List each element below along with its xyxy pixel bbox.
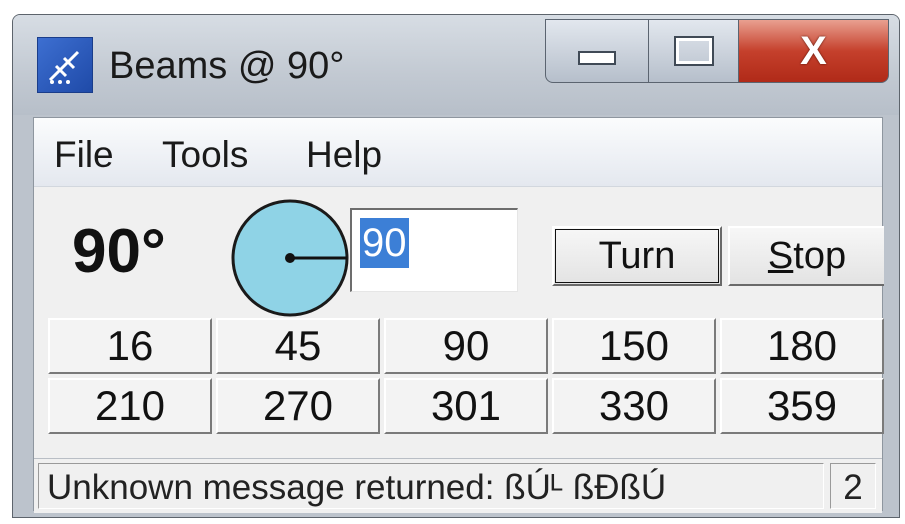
preset-button-16[interactable]: 16 — [48, 318, 212, 374]
maximize-icon — [675, 38, 712, 64]
turn-button[interactable]: Turn — [552, 226, 722, 286]
preset-button-359[interactable]: 359 — [720, 378, 884, 434]
stop-button[interactable]: Stop — [728, 226, 884, 286]
preset-button-45[interactable]: 45 — [216, 318, 380, 374]
stop-button-label: top — [793, 234, 847, 277]
status-bar: Unknown message returned: ßÚᴸ ßÐßÚ 2 — [34, 458, 882, 513]
preset-button-150[interactable]: 150 — [552, 318, 716, 374]
caption-buttons: X — [545, 19, 889, 83]
menu-file[interactable]: File — [54, 134, 114, 176]
close-icon: X — [800, 28, 827, 73]
menu-bar: File Tools Help — [34, 118, 882, 187]
heading-input[interactable]: 90 — [350, 208, 518, 292]
preset-button-301[interactable]: 301 — [384, 378, 548, 434]
menu-help[interactable]: Help — [306, 134, 382, 176]
minimize-icon — [578, 51, 616, 65]
title-bar[interactable]: Beams @ 90° X — [13, 15, 899, 115]
client-area: File Tools Help 90° 90 Turn Stop 16 45 9… — [33, 117, 884, 513]
app-window: Beams @ 90° X File Tools Help 90° 90 Tur… — [12, 14, 900, 518]
window-title: Beams @ 90° — [109, 45, 345, 87]
maximize-button[interactable] — [649, 19, 739, 83]
preset-button-210[interactable]: 210 — [48, 378, 212, 434]
preset-button-90[interactable]: 90 — [384, 318, 548, 374]
preset-button-330[interactable]: 330 — [552, 378, 716, 434]
stop-button-mnemonic: S — [767, 234, 794, 277]
status-count: 2 — [830, 463, 876, 509]
antenna-icon — [37, 37, 93, 93]
compass-dial — [231, 199, 349, 317]
preset-grid: 16 45 90 150 180 210 270 301 330 359 — [48, 318, 884, 434]
preset-button-270[interactable]: 270 — [216, 378, 380, 434]
compass-center — [285, 253, 295, 263]
status-message: Unknown message returned: ßÚᴸ ßÐßÚ — [38, 463, 824, 509]
close-button[interactable]: X — [739, 19, 889, 83]
heading-input-value: 90 — [360, 218, 409, 268]
current-angle-label: 90° — [72, 217, 166, 286]
menu-tools[interactable]: Tools — [162, 134, 248, 176]
preset-button-180[interactable]: 180 — [720, 318, 884, 374]
minimize-button[interactable] — [545, 19, 649, 83]
